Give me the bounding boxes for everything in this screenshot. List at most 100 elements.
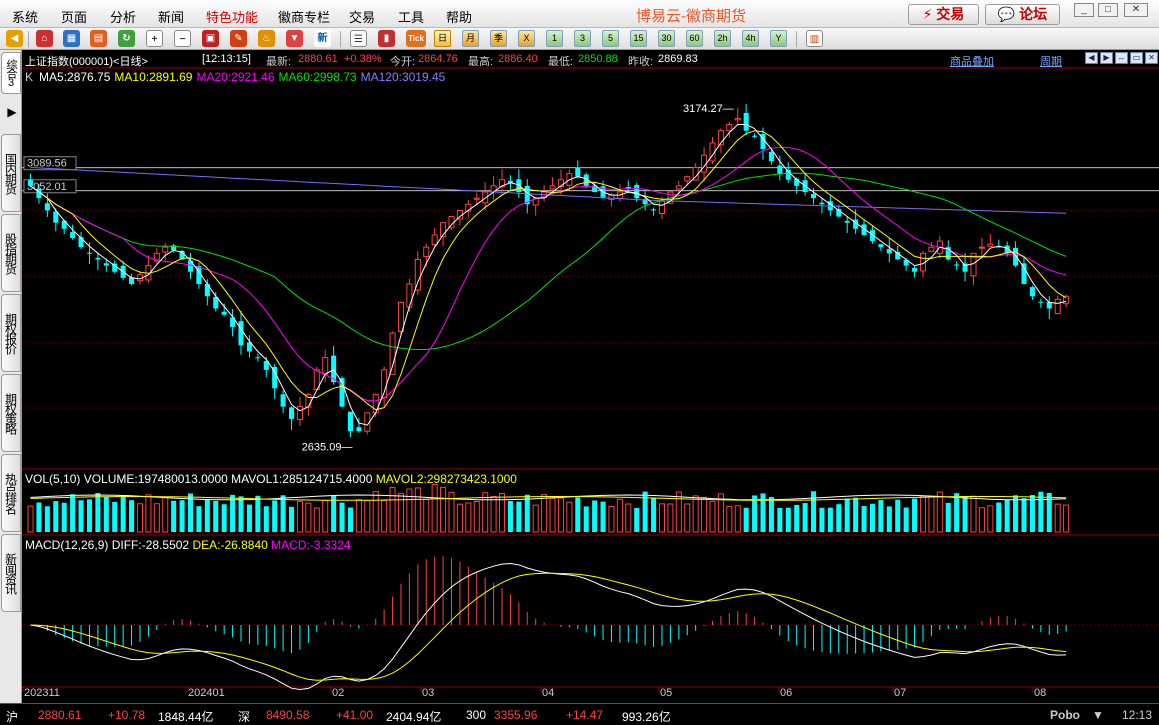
volume-bar bbox=[482, 492, 489, 533]
tab-scroll-arrow[interactable]: ▶ bbox=[1, 96, 21, 128]
chart-icon[interactable]: ▤ bbox=[90, 30, 107, 47]
trade-button[interactable]: ⚡ 交易 bbox=[908, 4, 979, 25]
sz-price: 8490.58 bbox=[266, 708, 310, 722]
tab-option-quotes[interactable]: 期权报价 bbox=[1, 294, 21, 372]
volume-bar bbox=[557, 497, 564, 533]
volume-bar bbox=[827, 507, 833, 532]
volume-bar bbox=[701, 496, 708, 533]
volume-bar bbox=[389, 487, 396, 533]
candle-icon[interactable]: ▮ bbox=[378, 30, 395, 47]
volume-bar bbox=[886, 506, 892, 532]
volume-bar bbox=[473, 501, 480, 533]
stamp-icon[interactable]: ♨ bbox=[258, 30, 275, 47]
volume-bar bbox=[1021, 498, 1027, 532]
period-quarter[interactable]: 季 bbox=[490, 30, 507, 47]
candle-body bbox=[819, 202, 825, 205]
volume-bar bbox=[760, 493, 766, 532]
tab-option-strategy[interactable]: 期权策略 bbox=[1, 374, 21, 452]
app-title: 博易云-徽商期货 bbox=[636, 8, 746, 25]
period-day[interactable]: 日 bbox=[434, 30, 451, 47]
trough-label: 2635.09— bbox=[302, 441, 353, 453]
period-4h[interactable]: 4h bbox=[742, 30, 759, 47]
volume-bar bbox=[305, 502, 312, 533]
period-2h[interactable]: 2h bbox=[714, 30, 731, 47]
candle-body bbox=[1054, 298, 1061, 315]
period-60min[interactable]: 60 bbox=[686, 30, 703, 47]
home-icon[interactable]: ⌂ bbox=[36, 30, 53, 47]
volume-bar bbox=[819, 507, 825, 532]
grid-icon[interactable]: ▦ bbox=[63, 30, 80, 47]
tab-composite[interactable]: 综合3 bbox=[1, 52, 21, 94]
candle-body bbox=[768, 151, 774, 162]
sh-amount: 1848.44亿 bbox=[158, 710, 214, 724]
menu-help[interactable]: 帮助 bbox=[446, 7, 472, 26]
period-3min[interactable]: 3 bbox=[574, 30, 591, 47]
refresh-icon[interactable]: ↻ bbox=[118, 30, 135, 47]
candle-body bbox=[347, 411, 353, 432]
volume-bar bbox=[583, 506, 589, 532]
volume-bar bbox=[230, 494, 236, 532]
ma10-line bbox=[30, 130, 1067, 411]
period-year[interactable]: Y bbox=[770, 30, 787, 47]
layout-icon[interactable]: ▥ bbox=[806, 30, 823, 47]
volume-bar bbox=[600, 501, 606, 532]
menu-analysis[interactable]: 分析 bbox=[110, 7, 136, 26]
pen-icon[interactable]: ✎ bbox=[230, 30, 247, 47]
tab-news[interactable]: 新闻资讯 bbox=[1, 534, 21, 612]
tab-index-futures[interactable]: 股指期货 bbox=[1, 214, 21, 292]
menu-page[interactable]: 页面 bbox=[61, 7, 87, 26]
candle-body bbox=[1021, 263, 1027, 284]
volume-bar bbox=[36, 502, 42, 532]
volume-bar bbox=[381, 500, 388, 533]
volume-bar bbox=[145, 494, 152, 533]
volume-bar bbox=[456, 503, 463, 533]
chart-panel[interactable]: 上证指数(000001)<日线> [12:13:15] 最新: 2880.61 … bbox=[22, 50, 1159, 703]
period-1min[interactable]: 1 bbox=[546, 30, 563, 47]
menu-tools[interactable]: 工具 bbox=[398, 7, 424, 26]
menu-news[interactable]: 新闻 bbox=[158, 7, 184, 26]
candle-body bbox=[431, 234, 438, 246]
menu-special-features[interactable]: 特色功能 bbox=[206, 7, 258, 26]
table-icon[interactable]: ☰ bbox=[350, 30, 367, 47]
maximize-button[interactable]: □ bbox=[1098, 3, 1118, 17]
tab-domestic-futures[interactable]: 国内期货 bbox=[1, 134, 21, 212]
menu-huishang-column[interactable]: 徽商专栏 bbox=[278, 7, 330, 26]
new-icon[interactable]: 新 bbox=[314, 30, 331, 47]
volume-bar bbox=[27, 505, 34, 533]
volume-bar bbox=[44, 506, 50, 532]
volume-bar bbox=[339, 502, 345, 532]
x-axis-label: 202311 bbox=[24, 687, 60, 699]
back-arrow-icon[interactable]: ◀ bbox=[6, 30, 23, 47]
candle-body bbox=[752, 135, 758, 137]
forum-button[interactable]: 💬 论坛 bbox=[985, 4, 1060, 25]
menu-system[interactable]: 系统 bbox=[12, 7, 38, 26]
zoom-out-icon[interactable]: − bbox=[174, 30, 191, 47]
x-axis-label: 04 bbox=[542, 687, 554, 699]
status-bar: 沪 2880.61 +10.78 1848.44亿 深 8490.58 +41.… bbox=[0, 703, 1159, 725]
period-30min[interactable]: 30 bbox=[658, 30, 675, 47]
ma20-line bbox=[30, 146, 1067, 402]
volume-bar bbox=[1013, 495, 1019, 532]
zoom-in-icon[interactable]: + bbox=[146, 30, 163, 47]
candle-body bbox=[473, 197, 480, 200]
tick-button[interactable]: Tick bbox=[406, 30, 426, 47]
close-button[interactable]: ✕ bbox=[1124, 3, 1148, 17]
menu-bar: 系统 页面 分析 新闻 特色功能 徽商专栏 交易 工具 帮助 博易云-徽商期货 … bbox=[0, 0, 1159, 28]
volume-bar bbox=[608, 505, 615, 533]
candle-body bbox=[928, 246, 935, 252]
tab-hot-ranking[interactable]: 热点排名 bbox=[1, 454, 21, 532]
minimize-button[interactable]: _ bbox=[1074, 3, 1094, 17]
period-x[interactable]: X bbox=[518, 30, 535, 47]
window-icon[interactable]: ▣ bbox=[202, 30, 219, 47]
volume-bar bbox=[136, 503, 144, 533]
candle-body bbox=[734, 117, 741, 121]
period-15min[interactable]: 15 bbox=[630, 30, 647, 47]
volume-bar bbox=[625, 503, 632, 533]
menu-trade[interactable]: 交易 bbox=[349, 7, 375, 26]
volume-bar bbox=[853, 497, 859, 532]
period-month[interactable]: 月 bbox=[462, 30, 479, 47]
volume-bar bbox=[490, 495, 497, 533]
filter-icon[interactable]: ▼ bbox=[286, 30, 303, 47]
period-5min[interactable]: 5 bbox=[602, 30, 619, 47]
lightning-icon: ⚡ bbox=[922, 6, 933, 22]
